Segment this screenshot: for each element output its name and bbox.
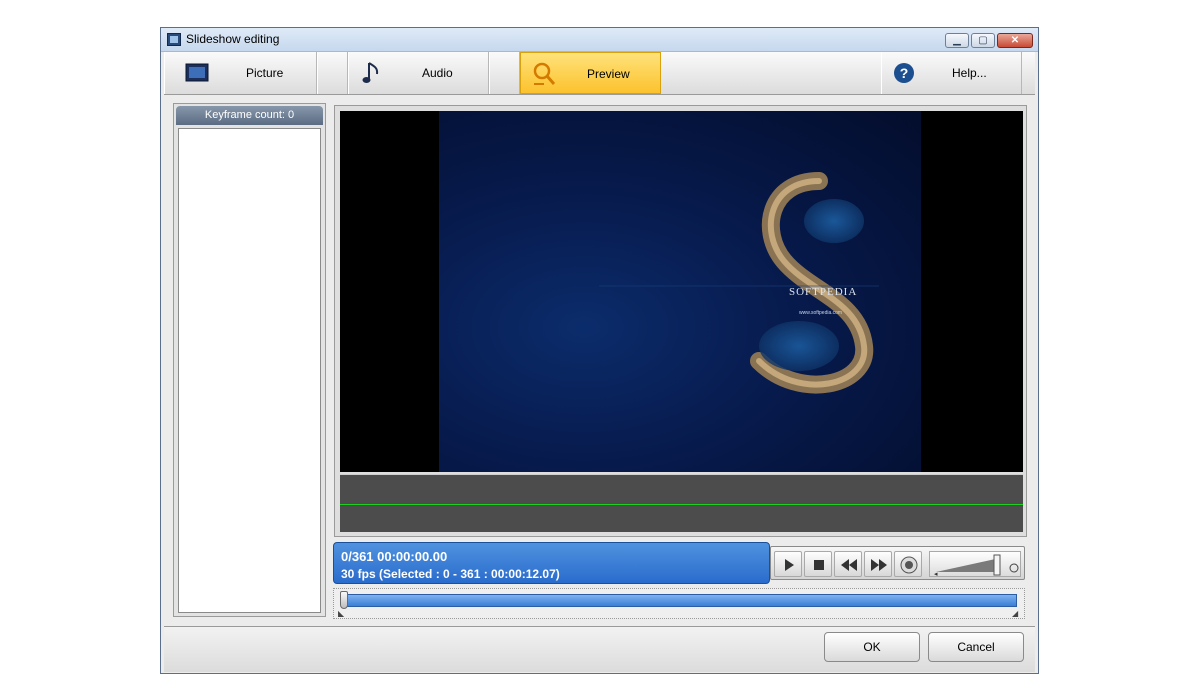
slideshow-editing-window: Slideshow editing ▁ ▢ ✕ Picture Audio Pr… bbox=[160, 27, 1039, 674]
rewind-icon bbox=[841, 559, 857, 571]
fps-selection-readout: 30 fps (Selected : 0 - 361 : 00:00:12.07… bbox=[341, 567, 560, 581]
tab-preview[interactable]: Preview bbox=[520, 52, 661, 94]
softpedia-wallpaper-graphic: SOFTPEDIA www.softpedia.com bbox=[599, 172, 879, 394]
filmstrip-icon bbox=[167, 33, 181, 46]
preview-panel: SOFTPEDIA www.softpedia.com bbox=[334, 105, 1027, 537]
minimize-button[interactable]: ▁ bbox=[945, 33, 969, 48]
preview-magnifier-icon bbox=[533, 62, 556, 85]
audio-timeline[interactable] bbox=[340, 474, 1023, 532]
tab-picture-label: Picture bbox=[246, 66, 284, 80]
timeline-waveform-line bbox=[340, 504, 1023, 505]
fast-forward-button[interactable] bbox=[864, 551, 892, 577]
scrubber-track[interactable] bbox=[344, 594, 1017, 607]
scrubber-thumb[interactable] bbox=[340, 591, 348, 609]
dialog-button-bar: OK Cancel bbox=[164, 626, 1035, 672]
keyframe-list[interactable] bbox=[178, 128, 321, 613]
close-button[interactable]: ✕ bbox=[997, 33, 1033, 48]
video-preview[interactable]: SOFTPEDIA www.softpedia.com bbox=[340, 111, 1023, 472]
help-button[interactable]: ? Help... bbox=[881, 52, 1022, 94]
tab-preview-label: Preview bbox=[587, 67, 630, 81]
keyframe-count-header: Keyframe count: 0 bbox=[176, 106, 323, 125]
range-start-marker[interactable]: ◣ bbox=[338, 609, 344, 618]
playback-status-panel: 0/361 00:00:00.00 30 fps (Selected : 0 -… bbox=[333, 542, 770, 584]
rewind-button[interactable] bbox=[834, 551, 862, 577]
tab-audio-label: Audio bbox=[422, 66, 453, 80]
main-toolbar: Picture Audio Preview ? Help... bbox=[164, 52, 1035, 95]
play-icon bbox=[785, 559, 794, 571]
toolbar-spacer bbox=[317, 52, 348, 94]
tab-picture[interactable]: Picture bbox=[164, 52, 317, 94]
volume-speaker-icon bbox=[1009, 563, 1019, 573]
picture-icon bbox=[185, 63, 209, 82]
frame-time-readout: 0/361 00:00:00.00 bbox=[341, 549, 448, 564]
ok-button[interactable]: OK bbox=[824, 632, 920, 662]
cancel-button[interactable]: Cancel bbox=[928, 632, 1024, 662]
fast-forward-icon bbox=[871, 559, 887, 571]
close-icon: ✕ bbox=[1010, 35, 1020, 46]
stop-icon bbox=[814, 560, 824, 570]
music-note-icon bbox=[362, 62, 379, 83]
slide-url-text: www.softpedia.com bbox=[799, 310, 842, 316]
help-icon: ? bbox=[894, 63, 914, 83]
maximize-icon: ▢ bbox=[978, 35, 988, 46]
range-end-marker[interactable]: ◢ bbox=[1012, 609, 1018, 618]
svg-text:?: ? bbox=[900, 65, 909, 81]
volume-min-marker: ◂ bbox=[934, 571, 938, 578]
volume-thumb[interactable] bbox=[993, 554, 1001, 576]
stop-button[interactable] bbox=[804, 551, 832, 577]
volume-slider-graphic: ◂ bbox=[934, 554, 1019, 578]
window-title: Slideshow editing bbox=[186, 32, 280, 46]
toolbar-spacer bbox=[489, 52, 520, 94]
scrubber[interactable]: ◣ ◢ bbox=[333, 588, 1025, 619]
playback-controls: ◂ bbox=[770, 546, 1025, 580]
title-bar[interactable]: Slideshow editing ▁ ▢ ✕ bbox=[161, 28, 1038, 52]
volume-slider[interactable]: ◂ bbox=[929, 551, 1021, 578]
mute-button[interactable] bbox=[894, 551, 922, 577]
keyframe-panel: Keyframe count: 0 bbox=[173, 103, 326, 617]
minimize-icon: ▁ bbox=[953, 35, 961, 46]
slide-title-text: SOFTPEDIA bbox=[789, 286, 857, 298]
maximize-button[interactable]: ▢ bbox=[971, 33, 995, 48]
slide-image: SOFTPEDIA www.softpedia.com bbox=[439, 111, 921, 472]
play-button[interactable] bbox=[774, 551, 802, 577]
speaker-icon bbox=[900, 556, 918, 574]
help-button-label: Help... bbox=[952, 66, 987, 80]
tab-audio[interactable]: Audio bbox=[348, 52, 489, 94]
